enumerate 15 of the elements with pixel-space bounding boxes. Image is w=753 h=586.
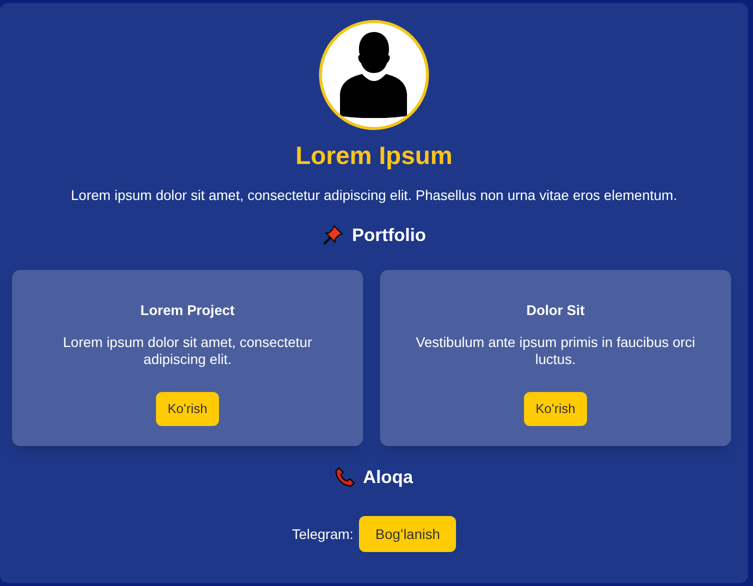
pushpin-icon [322, 224, 344, 246]
profile-bio: Lorem ipsum dolor sit amet, consectetur adipiscing elit. Phasellus non urna vitae eros elementum. [70, 186, 678, 204]
portfolio-heading: Portfolio [352, 224, 426, 246]
project-title: Dolor Sit [526, 301, 585, 319]
project-title: Lorem Project [140, 301, 235, 319]
telegram-label: Telegram: [292, 524, 354, 544]
view-button[interactable]: Koʻrish [524, 392, 588, 426]
person-silhouette-icon [340, 32, 408, 118]
profile-name: Lorem Ipsum [296, 141, 452, 172]
telephone-icon [334, 467, 355, 487]
project-description: Vestibulum ante ipsum primis in faucibus orci luctus. [414, 334, 696, 369]
contact-button[interactable]: Bogʻlanish [359, 516, 456, 552]
view-button[interactable]: Koʻrish [156, 392, 220, 426]
project-description: Lorem ipsum dolor sit amet, consectetur adipiscing elit. [62, 334, 313, 369]
contact-heading: Aloqa [362, 466, 413, 488]
